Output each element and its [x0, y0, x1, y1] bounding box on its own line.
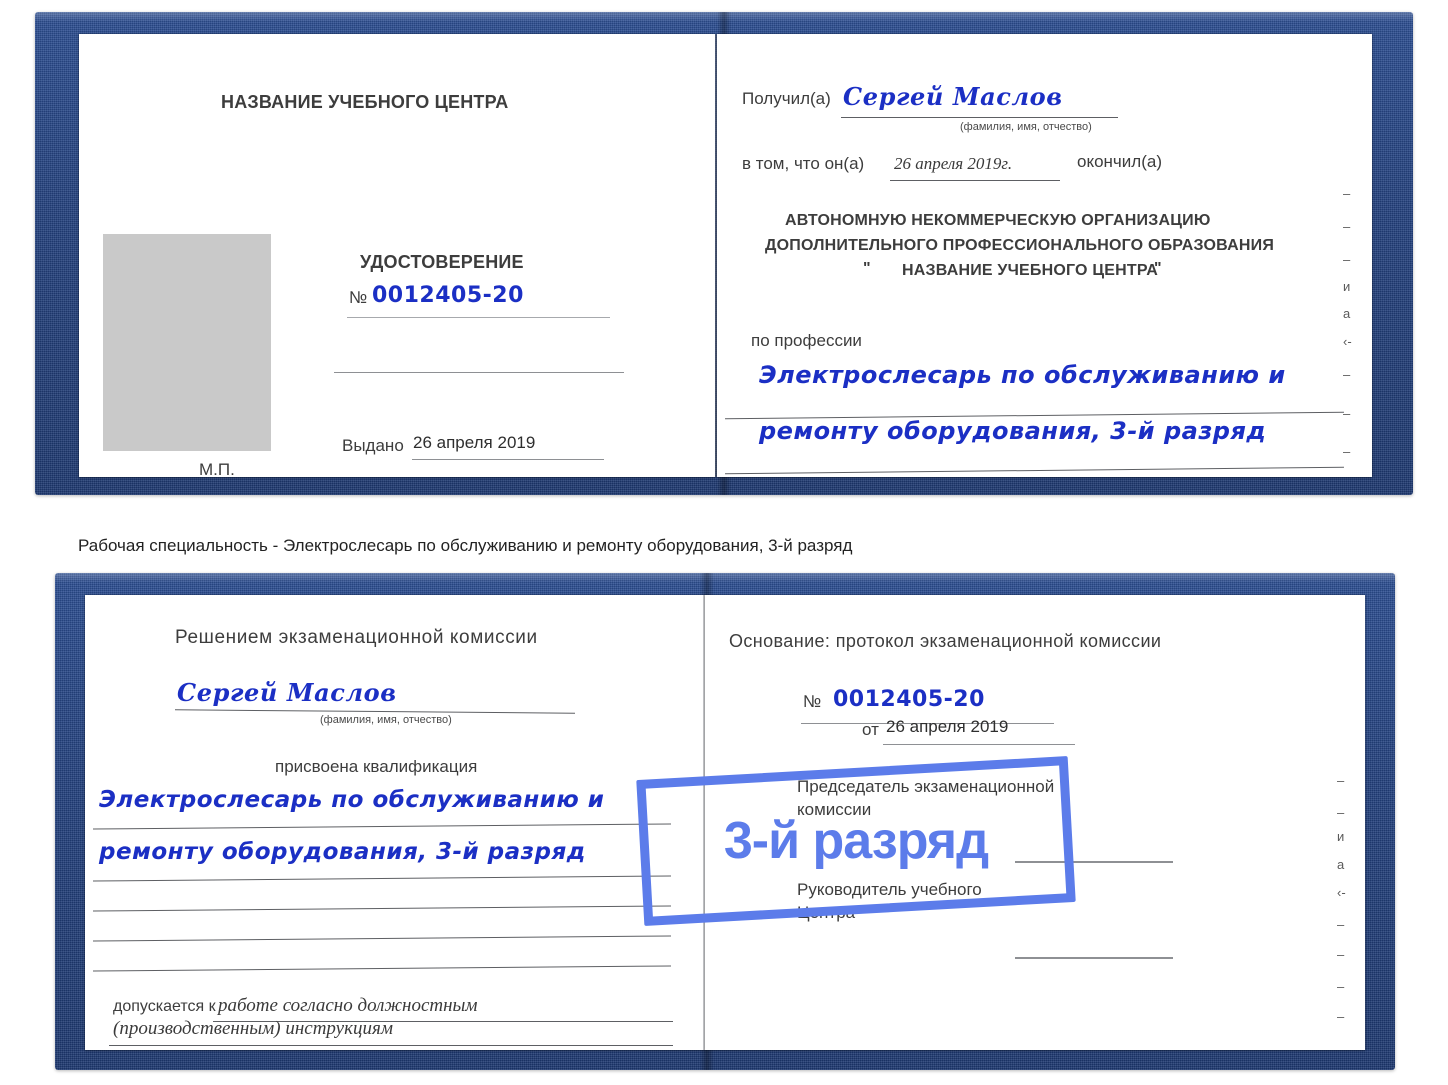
edge-fragment: – — [1337, 947, 1345, 962]
certificate-top-right-page: Получил(а) Сергей Маслов (фамилия, имя, … — [717, 34, 1372, 477]
page-caption: Рабочая специальность - Электрослесарь п… — [78, 536, 853, 555]
photo-placeholder — [103, 234, 271, 451]
qualification-rule-2 — [93, 875, 671, 882]
fio-hint-top: (фамилия, имя, отчество) — [960, 121, 1092, 133]
org-line-2: ДОПОЛНИТЕЛЬНОГО ПРОФЕССИОНАЛЬНОГО ОБРАЗО… — [765, 237, 1275, 254]
center-title-top: НАЗВАНИЕ УЧЕБНОГО ЦЕНТРА — [221, 92, 509, 112]
finished-label: окончил(а) — [1077, 152, 1162, 171]
blank-rule-top-left — [334, 372, 624, 373]
edge-fragment: а — [1337, 857, 1345, 872]
date-value-bottom: 26 апреля 2019 — [886, 717, 1009, 736]
edge-fragment: и — [1337, 829, 1345, 844]
org-line-3: НАЗВАНИЕ УЧЕБНОГО ЦЕНТРА — [902, 262, 1159, 279]
edge-fragment: – — [1343, 367, 1351, 382]
edge-fragment: – — [1337, 773, 1345, 788]
edge-fragment: – — [1343, 252, 1351, 267]
qualification-label: присвоена квалификация — [275, 757, 478, 776]
certificate-bottom-left-page: Решением экзаменационной комиссии Сергей… — [85, 595, 705, 1050]
certificate-bottom-right-page: Основание: протокол экзаменационной коми… — [705, 595, 1365, 1050]
received-label: Получил(а) — [742, 89, 831, 108]
fio-hint-bottom: (фамилия, имя, отчество) — [320, 714, 452, 726]
certificate-top: НАЗВАНИЕ УЧЕБНОГО ЦЕНТРА УДОСТОВЕРЕНИЕ №… — [35, 12, 1413, 495]
number-label-top-left: № — [349, 288, 368, 307]
org-quote-open: " — [863, 260, 871, 277]
chairman-label-line-1: Председатель экзаменационной — [797, 777, 1055, 796]
blank-rule-b2 — [93, 935, 671, 942]
profession-value-line-2: ремонту оборудования, 3-й разряд — [759, 417, 1267, 445]
number-value-bottom: 0012405-20 — [833, 687, 985, 712]
edge-fragment: – — [1337, 805, 1345, 820]
profession-value-line-1: Электрослесарь по обслуживанию и — [759, 361, 1286, 389]
qualification-line-2: ремонту оборудования, 3-й разряд — [99, 839, 586, 865]
certificate-bottom: Решением экзаменационной комиссии Сергей… — [55, 573, 1395, 1070]
edge-fragment: а — [1343, 306, 1351, 321]
edge-fragment: ‹- — [1343, 334, 1352, 349]
edge-fragment: ‹- — [1337, 885, 1346, 900]
edge-fragment: – — [1337, 979, 1345, 994]
blank-rule-b1 — [93, 905, 671, 912]
blank-rule-b3 — [93, 965, 671, 972]
chairman-label-line-2: комиссии — [797, 800, 872, 819]
decision-name-value: Сергей Маслов — [177, 678, 397, 707]
number-label-bottom: № — [803, 692, 822, 711]
allowed-value-line-2: (производственным) инструкциям — [113, 1018, 393, 1039]
allowed-value-line-1: работе согласно должностным — [218, 995, 478, 1016]
org-quote-close: " — [1154, 260, 1162, 277]
edge-fragment: – — [1343, 186, 1351, 201]
basis-label: Основание: протокол экзаменационной коми… — [729, 631, 1162, 651]
received-value: Сергей Маслов — [843, 82, 1063, 111]
org-line-1: АВТОНОМНУЮ НЕКОММЕРЧЕСКУЮ ОРГАНИЗАЦИЮ — [785, 212, 1211, 229]
edge-fragment: и — [1343, 279, 1351, 294]
number-rule-top-left — [347, 317, 610, 318]
profession-label: по профессии — [751, 331, 862, 350]
that-he-value: 26 апреля 2019г. — [894, 154, 1013, 173]
edge-fragment: – — [1343, 444, 1351, 459]
qualification-line-1: Электрослесарь по обслуживанию и — [99, 787, 605, 813]
head-label-line-2: Центра — [797, 903, 856, 922]
edge-fragment: – — [1337, 917, 1345, 932]
stamp-label: М.П. — [199, 460, 235, 479]
number-value-top-left: 0012405-20 — [372, 283, 524, 308]
received-rule — [841, 117, 1118, 118]
edge-fragment: – — [1343, 406, 1351, 421]
qualification-rule-1 — [93, 823, 671, 830]
date-label-bottom: от — [862, 720, 879, 739]
allowed-label: допускается к — [113, 998, 216, 1015]
issued-rule — [412, 459, 604, 460]
head-label-line-1: Руководитель учебного — [797, 880, 982, 899]
document-type-label: УДОСТОВЕРЕНИЕ — [360, 252, 524, 272]
profession-rule-2 — [725, 466, 1344, 475]
head-signature-rule — [1015, 957, 1173, 959]
certificate-top-left-page: НАЗВАНИЕ УЧЕБНОГО ЦЕНТРА УДОСТОВЕРЕНИЕ №… — [79, 34, 715, 479]
that-he-label: в том, что он(а) — [742, 154, 865, 173]
edge-fragment: – — [1337, 1009, 1345, 1024]
issued-value: 26 апреля 2019 — [413, 433, 536, 452]
edge-fragment: – — [1343, 219, 1351, 234]
chairman-signature-rule — [1015, 861, 1173, 863]
allowed-rule-2 — [109, 1045, 673, 1046]
issued-label: Выдано — [342, 436, 404, 455]
decision-heading: Решением экзаменационной комиссии — [175, 627, 538, 648]
date-rule-bottom — [883, 744, 1075, 745]
that-he-rule — [890, 180, 1060, 181]
